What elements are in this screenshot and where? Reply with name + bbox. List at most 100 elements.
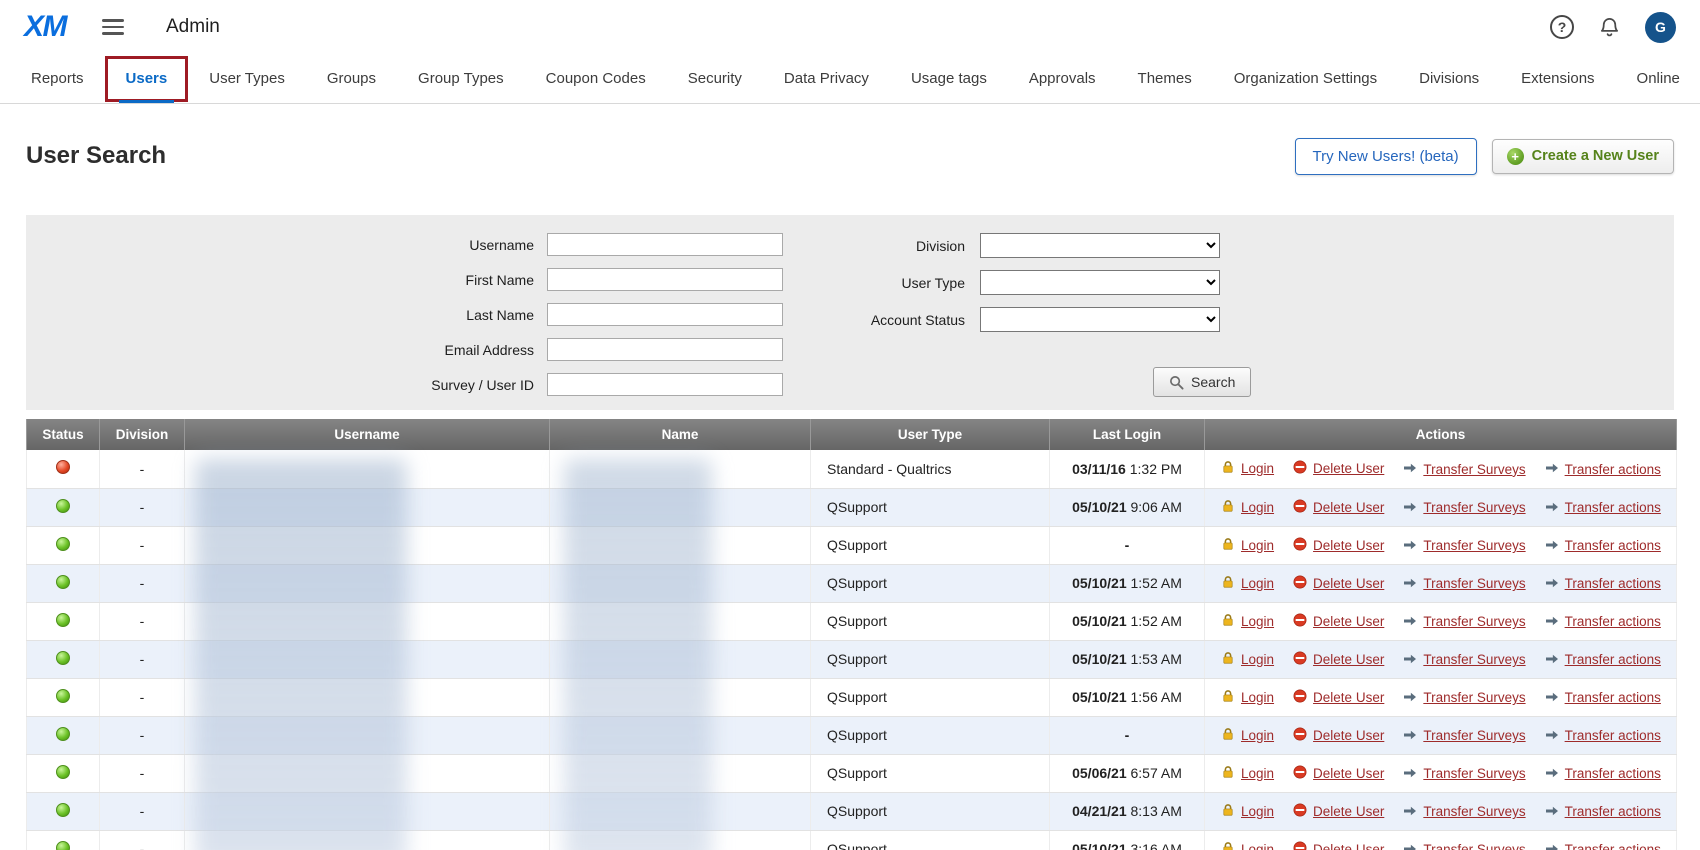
delete-user-link[interactable]: Delete User [1313, 842, 1384, 850]
tab-extensions[interactable]: Extensions [1500, 54, 1615, 103]
tab-groups[interactable]: Groups [306, 54, 397, 103]
email-address-input[interactable] [547, 338, 783, 361]
login-link[interactable]: Login [1241, 538, 1274, 553]
transfer-actions-link[interactable]: Transfer actions [1565, 614, 1661, 629]
bell-icon[interactable] [1598, 16, 1621, 39]
transfer-surveys-link[interactable]: Transfer Surveys [1423, 804, 1525, 819]
login-link[interactable]: Login [1241, 728, 1274, 743]
tab-approvals[interactable]: Approvals [1008, 54, 1117, 103]
transfer-surveys-link[interactable]: Transfer Surveys [1423, 652, 1525, 667]
transfer-surveys-link[interactable]: Transfer Surveys [1423, 842, 1525, 850]
tab-label: Online [1637, 70, 1680, 87]
transfer-surveys-link[interactable]: Transfer Surveys [1423, 728, 1525, 743]
division-select[interactable] [980, 233, 1220, 258]
tab-divisions[interactable]: Divisions [1398, 54, 1500, 103]
delete-user-link[interactable]: Delete User [1313, 614, 1384, 629]
delete-user-link[interactable]: Delete User [1313, 538, 1384, 553]
transfer-surveys-link[interactable]: Transfer Surveys [1423, 462, 1525, 477]
delete-user-link[interactable]: Delete User [1313, 766, 1384, 781]
transfer-surveys-link[interactable]: Transfer Surveys [1423, 538, 1525, 553]
login-link[interactable]: Login [1241, 766, 1274, 781]
col-header-user-type: User Type [811, 419, 1050, 450]
tab-coupon-codes[interactable]: Coupon Codes [525, 54, 667, 103]
login-link[interactable]: Login [1241, 614, 1274, 629]
menu-icon[interactable] [102, 19, 124, 35]
transfer-surveys-link[interactable]: Transfer Surveys [1423, 576, 1525, 591]
xm-logo[interactable]: XM [24, 10, 66, 44]
transfer-actions-link[interactable]: Transfer actions [1565, 652, 1661, 667]
username-input[interactable] [547, 233, 783, 256]
login-link[interactable]: Login [1241, 500, 1274, 515]
create-new-user-button[interactable]: + Create a New User [1492, 139, 1674, 174]
division-cell: - [100, 830, 185, 850]
survey-user-id-input[interactable] [547, 373, 783, 396]
search-button[interactable]: Search [1153, 367, 1251, 397]
last-login-cell: - [1050, 526, 1205, 564]
transfer-actions-link[interactable]: Transfer actions [1565, 576, 1661, 591]
login-link[interactable]: Login [1241, 842, 1274, 850]
delete-user-link[interactable]: Delete User [1313, 728, 1384, 743]
create-new-user-label: Create a New User [1532, 148, 1659, 164]
actions-cell: Login Delete User Transfer Surveys Transfer… [1205, 678, 1677, 716]
tab-organization-settings[interactable]: Organization Settings [1213, 54, 1398, 103]
tab-usage-tags[interactable]: Usage tags [890, 54, 1008, 103]
actions-cell: Login Delete User Transfer Surveys Transfer… [1205, 526, 1677, 564]
tab-data-privacy[interactable]: Data Privacy [763, 54, 890, 103]
status-cell [27, 488, 100, 526]
tab-online[interactable]: Online [1616, 54, 1700, 103]
login-link[interactable]: Login [1241, 576, 1274, 591]
arrow-right-icon [1403, 614, 1417, 630]
tab-security[interactable]: Security [667, 54, 763, 103]
last-login-cell: 05/10/21 1:53 AM [1050, 640, 1205, 678]
transfer-actions-link[interactable]: Transfer actions [1565, 500, 1661, 515]
transfer-surveys-link[interactable]: Transfer Surveys [1423, 690, 1525, 705]
transfer-actions-link[interactable]: Transfer actions [1565, 690, 1661, 705]
login-link[interactable]: Login [1241, 804, 1274, 819]
delete-user-link[interactable]: Delete User [1313, 804, 1384, 819]
login-link[interactable]: Login [1241, 461, 1274, 476]
transfer-actions-link[interactable]: Transfer actions [1565, 766, 1661, 781]
username-cell [185, 564, 550, 602]
tab-themes[interactable]: Themes [1117, 54, 1213, 103]
tab-group-types[interactable]: Group Types [397, 54, 525, 103]
transfer-surveys-link[interactable]: Transfer Surveys [1423, 500, 1525, 515]
arrow-right-icon [1403, 842, 1417, 850]
arrow-right-icon [1545, 728, 1559, 744]
col-header-division: Division [100, 419, 185, 450]
account-status-select[interactable] [980, 307, 1220, 332]
tab-label: Reports [31, 70, 84, 87]
delete-user-link[interactable]: Delete User [1313, 500, 1384, 515]
transfer-surveys-link[interactable]: Transfer Surveys [1423, 766, 1525, 781]
help-icon[interactable]: ? [1550, 15, 1574, 39]
transfer-actions-link[interactable]: Transfer actions [1565, 728, 1661, 743]
status-cell [27, 450, 100, 488]
actions-cell: Login Delete User Transfer Surveys Transfer… [1205, 830, 1677, 850]
arrow-right-icon [1545, 461, 1559, 477]
user-type-select[interactable] [980, 270, 1220, 295]
col-header-name: Name [550, 419, 811, 450]
delete-user-link[interactable]: Delete User [1313, 652, 1384, 667]
tab-reports[interactable]: Reports [10, 54, 105, 103]
transfer-surveys-link[interactable]: Transfer Surveys [1423, 614, 1525, 629]
last-name-input[interactable] [547, 303, 783, 326]
tab-users[interactable]: Users [105, 54, 189, 103]
transfer-actions-link[interactable]: Transfer actions [1565, 462, 1661, 477]
avatar[interactable]: G [1645, 12, 1676, 43]
transfer-actions-link[interactable]: Transfer actions [1565, 538, 1661, 553]
last-login-cell: 04/21/21 8:13 AM [1050, 792, 1205, 830]
user-search-panel: UsernameFirst NameLast NameEmail Address… [26, 215, 1674, 410]
first-name-input[interactable] [547, 268, 783, 291]
try-new-users-button[interactable]: Try New Users! (beta) [1295, 138, 1477, 175]
login-link[interactable]: Login [1241, 652, 1274, 667]
no-entry-icon [1293, 499, 1307, 516]
arrow-right-icon [1403, 500, 1417, 516]
username-cell [185, 678, 550, 716]
transfer-actions-link[interactable]: Transfer actions [1565, 842, 1661, 850]
tab-user-types[interactable]: User Types [188, 54, 306, 103]
login-link[interactable]: Login [1241, 690, 1274, 705]
transfer-actions-link[interactable]: Transfer actions [1565, 804, 1661, 819]
table-row: -QSupport05/06/21 6:57 AMLoginDelete Use… [27, 754, 1677, 792]
delete-user-link[interactable]: Delete User [1313, 576, 1384, 591]
delete-user-link[interactable]: Delete User [1313, 461, 1384, 476]
delete-user-link[interactable]: Delete User [1313, 690, 1384, 705]
